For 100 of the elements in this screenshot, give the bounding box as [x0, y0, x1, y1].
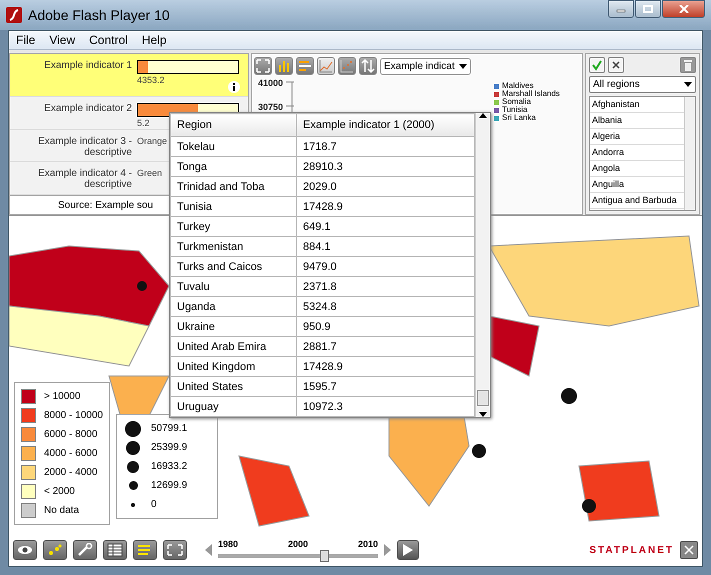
column-header[interactable]: Region	[170, 114, 296, 136]
close-button[interactable]	[662, 0, 705, 18]
table-cell: 17428.9	[296, 196, 474, 216]
indicator-label: Example indicator 2	[43, 102, 132, 114]
table-cell: 950.9	[296, 316, 474, 336]
chart-tool-button[interactable]	[359, 57, 377, 75]
legend-label: 12699.9	[151, 480, 188, 491]
data-bubble	[561, 388, 577, 404]
indicator-label: Example indicator 3 - descriptive	[37, 136, 132, 158]
legend-label: 50799.1	[151, 423, 188, 434]
menu-item[interactable]: View	[42, 31, 82, 49]
trash-icon	[683, 59, 693, 71]
legend-label: Marshall Islands	[502, 90, 560, 98]
table-cell: 2881.7	[296, 336, 474, 356]
dots-icon	[46, 543, 64, 557]
country-shape[interactable]	[488, 315, 540, 377]
clear-button[interactable]	[608, 57, 624, 73]
table-cell: Uganda	[170, 296, 296, 316]
table-icon	[106, 543, 124, 557]
previous-arrow-icon[interactable]	[205, 544, 212, 556]
close-button[interactable]	[680, 541, 698, 559]
toolbar-button[interactable]	[13, 540, 37, 560]
menu-item[interactable]: File	[9, 31, 42, 49]
table-cell: 649.1	[296, 216, 474, 236]
data-bubble	[582, 499, 596, 513]
bar-chart-icon	[276, 58, 292, 74]
chart-tool-button[interactable]	[254, 57, 272, 75]
menu-item[interactable]: Help	[134, 31, 174, 49]
axis-label: 41000	[258, 78, 284, 88]
scrollbar[interactable]	[475, 113, 490, 417]
axis-label: 30750	[258, 102, 284, 112]
close-icon	[611, 60, 621, 70]
column-header[interactable]: Example indicator 1 (2000)	[296, 114, 474, 136]
horizontal-bar-icon	[297, 58, 313, 74]
size-dot	[125, 420, 141, 436]
size-dot	[126, 440, 140, 454]
eye-icon	[16, 543, 34, 557]
dropdown-caret-icon	[458, 64, 467, 68]
table-cell: United Kingdom	[170, 356, 296, 376]
maximize-icon	[643, 5, 653, 13]
logo-text: STATPLANET	[589, 544, 674, 556]
table-cell: Ukraine	[170, 316, 296, 336]
legend-label: 6000 - 8000	[44, 429, 98, 440]
scroll-down-icon	[479, 412, 487, 417]
indicator-value: Green	[137, 168, 162, 178]
menu-item[interactable]: Control	[82, 31, 135, 49]
expand-icon	[255, 58, 271, 74]
country-shape[interactable]	[9, 305, 150, 367]
table-cell: 28910.3	[296, 156, 474, 176]
next-arrow-icon[interactable]	[384, 544, 391, 556]
toolbar-button[interactable]	[73, 540, 97, 560]
toolbar-button[interactable]	[163, 540, 187, 560]
table-cell: Uruguay	[170, 396, 296, 416]
country-shape[interactable]	[578, 460, 660, 522]
legend-label: Maldives	[502, 82, 534, 90]
expand-icon	[166, 543, 184, 557]
legend-label: < 2000	[44, 486, 75, 497]
scrollbar[interactable]	[684, 97, 695, 210]
toolbar-button[interactable]	[133, 540, 157, 560]
chart-tool-button[interactable]	[317, 57, 335, 75]
minimize-button[interactable]	[608, 0, 634, 18]
chart-tool-button[interactable]	[338, 57, 356, 75]
table-cell: United Arab Emira	[170, 336, 296, 356]
trash-button[interactable]	[680, 57, 696, 73]
indicator-row[interactable]: Example indicator 1 4353.2	[10, 54, 248, 97]
size-dot	[131, 502, 135, 506]
maximize-button[interactable]	[635, 0, 661, 18]
data-bubble	[472, 444, 486, 458]
indicator-label: Example indicator 1	[43, 60, 132, 71]
dropdown-caret-icon	[684, 82, 692, 87]
table-cell: Turks and Caicos	[170, 256, 296, 276]
sort-icon	[360, 58, 376, 74]
table-cell: Tuvalu	[170, 276, 296, 296]
table-cell: 1718.7	[296, 136, 474, 156]
legend-label: Tunisia	[502, 106, 528, 114]
legend-label: 4000 - 6000	[44, 448, 98, 459]
legend-label: Somalia	[502, 98, 531, 106]
toolbar-button[interactable]	[103, 540, 127, 560]
scroll-up-icon	[479, 113, 487, 118]
table-cell: 5324.8	[296, 296, 474, 316]
scatter-icon	[339, 58, 355, 74]
chart-tool-button[interactable]	[275, 57, 293, 75]
scrollbar-thumb[interactable]	[477, 390, 489, 406]
chart-tool-button[interactable]	[296, 57, 314, 75]
indicator-dropdown[interactable]: Example indicat	[380, 58, 471, 74]
table-cell: Tokelau	[170, 136, 296, 156]
info-icon[interactable]	[228, 80, 240, 93]
size-dot	[127, 460, 139, 472]
flash-icon	[6, 7, 22, 23]
slider-thumb[interactable]	[320, 550, 329, 562]
data-bubble	[137, 281, 147, 291]
play-button[interactable]	[397, 540, 419, 560]
region-dropdown[interactable]: All regions	[589, 76, 696, 93]
table-cell: 10972.3	[296, 396, 474, 416]
legend-label: No data	[44, 505, 80, 516]
country-shape[interactable]	[9, 246, 170, 327]
indicator-label: Example indicator 4 - descriptive	[37, 168, 132, 190]
table-cell: Turkmenistan	[170, 236, 296, 256]
legend-label: 0	[151, 499, 157, 510]
toolbar-button[interactable]	[43, 540, 67, 560]
